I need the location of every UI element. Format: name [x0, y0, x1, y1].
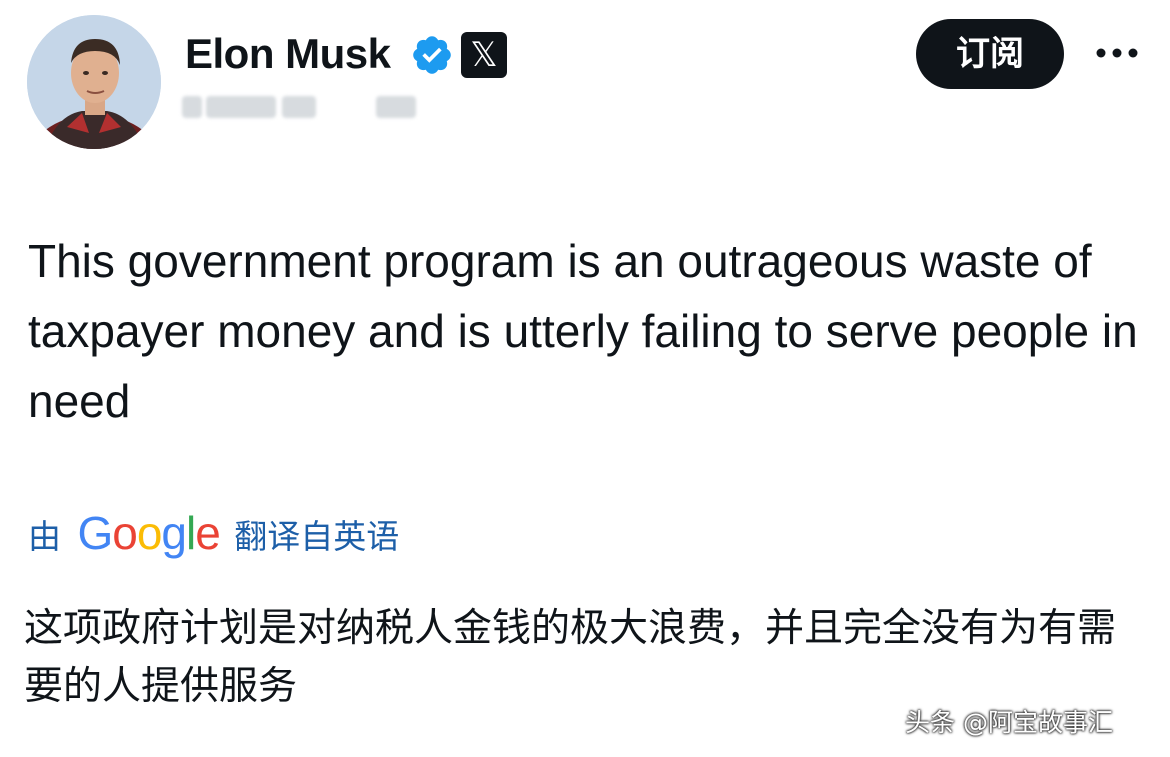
author-handle-blurred: [182, 88, 422, 128]
translation-by-label: 由: [28, 516, 61, 556]
avatar-image: [27, 15, 161, 149]
translation-attribution[interactable]: 由 Google 翻译自英语: [28, 505, 399, 561]
subscribe-button[interactable]: 订阅: [916, 19, 1064, 89]
google-logo-icon: Google: [77, 506, 220, 559]
watermark: 头条 @阿宝故事汇: [905, 708, 1113, 737]
author-avatar[interactable]: [27, 15, 161, 149]
author-display-name[interactable]: Elon Musk: [185, 28, 391, 80]
translated-post-text: 这项政府计划是对纳税人金钱的极大浪费，并且完全没有为有需要的人提供服务: [24, 606, 1117, 709]
x-logo-icon: 𝕏: [461, 32, 507, 78]
post-text: This government program is an outrageous…: [28, 235, 1138, 427]
more-options-icon[interactable]: [1094, 42, 1140, 64]
verified-badge-icon: [413, 36, 451, 74]
translation-suffix-label: 翻译自英语: [234, 516, 400, 556]
